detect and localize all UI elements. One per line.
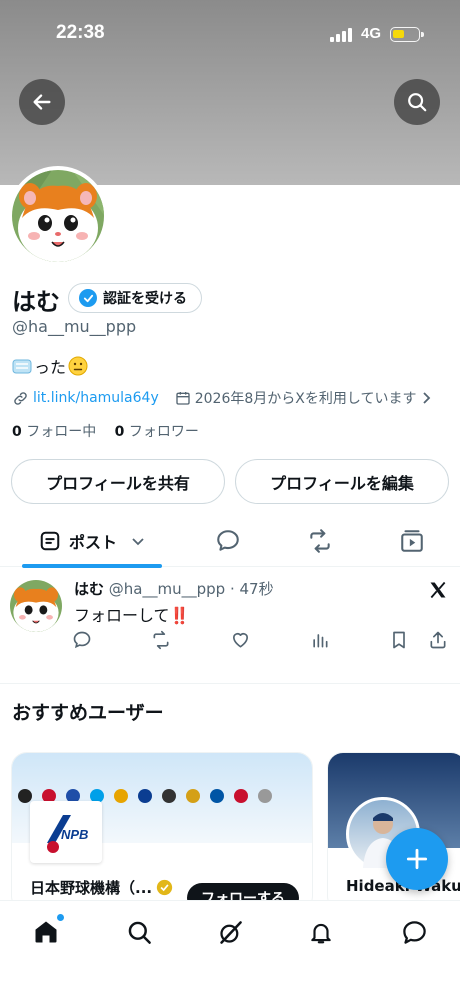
chat-bubble-icon: [402, 920, 426, 944]
repost-icon: [153, 630, 169, 650]
search-icon: [128, 921, 151, 944]
face-emoji-icon: [68, 356, 88, 376]
following-link[interactable]: 0 フォロー中: [12, 424, 96, 440]
post-text: フォローして‼️: [74, 606, 190, 625]
following-label: フォロー中: [21, 424, 97, 440]
post-avatar[interactable]: [10, 580, 62, 632]
card-name-row: 日本野球機構（...: [30, 877, 173, 898]
search-icon: [408, 93, 427, 112]
x-logo-icon: [430, 581, 446, 599]
bookmark-icon: [393, 631, 405, 649]
get-verified-button[interactable]: 認証を受ける: [68, 283, 202, 313]
nav-grok[interactable]: [215, 917, 245, 947]
heart-icon: [233, 632, 248, 648]
back-arrow-icon: [33, 94, 51, 110]
nav-home[interactable]: [31, 914, 64, 947]
bookmark-button[interactable]: [390, 630, 408, 654]
battery-icon: [390, 27, 424, 42]
link-icon: [14, 391, 27, 405]
npb-logo: NPB: [30, 801, 102, 863]
video-media-icon: [401, 530, 423, 552]
share-profile-button[interactable]: プロフィールを共有: [11, 459, 225, 504]
gold-verified-badge-icon: [156, 879, 173, 896]
tab-media[interactable]: [394, 515, 430, 567]
nav-notifications[interactable]: [306, 917, 336, 947]
follow-counts: 0 フォロー中 0 フォロワー: [12, 421, 199, 441]
posts-tab-label: ポスト: [68, 533, 117, 552]
post-handle-time: @ha__mu__ppp · 47秒: [108, 580, 274, 598]
recommended-user-card-2[interactable]: Hideaki Wakui: [327, 752, 460, 912]
profile-tabs: ポスト: [0, 515, 460, 568]
network-label: 4G: [361, 25, 382, 42]
npb-logo-text: NPB: [61, 827, 88, 842]
verified-badge-icon: [79, 289, 97, 307]
get-verified-label: 認証を受ける: [103, 291, 187, 307]
repost-button[interactable]: [150, 630, 172, 654]
bar-chart-icon: [313, 634, 328, 648]
profile-bio: った: [12, 354, 88, 378]
followers-link[interactable]: 0 フォロワー: [115, 424, 199, 440]
posts-tab-icon: [40, 531, 60, 551]
reply-icon: [73, 631, 91, 649]
card-user-name: 日本野球機構（...: [30, 879, 153, 897]
nav-search[interactable]: [124, 917, 154, 947]
share-button[interactable]: [428, 630, 448, 654]
grok-icon: [219, 920, 242, 944]
recommended-user-card[interactable]: NPB 日本野球機構（... フォローする: [11, 752, 313, 912]
home-notification-dot: [57, 914, 64, 921]
status-time: 22:38: [56, 22, 105, 43]
recommended-users-title: おすすめユーザー: [12, 702, 164, 724]
profile-link[interactable]: lit.link/hamula64y: [33, 390, 159, 406]
plus-icon: [406, 848, 428, 870]
hamster-avatar-image: [10, 580, 62, 632]
npb-logo-mark: NPB: [47, 815, 88, 853]
joined-date: 2026年8月からXを利用しています: [194, 391, 417, 407]
post-author: はむ: [74, 580, 105, 598]
ice-cube-emoji-icon: [12, 359, 32, 374]
calendar-icon: [176, 392, 190, 405]
post-item[interactable]: はむ @ha__mu__ppp · 47秒 フォローして‼️: [0, 568, 460, 684]
followers-label: フォロワー: [124, 424, 199, 440]
post-header: はむ @ha__mu__ppp · 47秒: [74, 578, 274, 599]
reply-button[interactable]: [72, 630, 92, 654]
tab-replies[interactable]: [210, 515, 246, 567]
profile-avatar[interactable]: [8, 166, 108, 266]
bio-text: った: [34, 358, 67, 377]
share-icon: [430, 631, 446, 649]
following-count: 0: [12, 424, 22, 440]
chevron-right-icon[interactable]: [422, 391, 432, 405]
tab-posts[interactable]: ポスト: [22, 515, 162, 568]
views-button[interactable]: [310, 630, 330, 654]
search-button[interactable]: [394, 79, 440, 125]
edit-profile-button[interactable]: プロフィールを編集: [235, 459, 449, 504]
home-icon: [35, 921, 57, 943]
repost-icon: [310, 529, 330, 553]
post-actions: [72, 630, 452, 654]
hamster-avatar-image: [12, 170, 104, 262]
profile-meta: lit.link/hamula64y 2026年8月からXを利用しています: [12, 388, 432, 408]
reply-bubble-icon: [217, 530, 239, 551]
back-button[interactable]: [19, 79, 65, 125]
status-bar: 22:38 4G: [0, 0, 460, 70]
profile-handle: @ha__mu__ppp: [12, 317, 137, 336]
chevron-down-icon: [132, 538, 144, 546]
bell-icon: [311, 923, 331, 943]
tab-reposts[interactable]: [302, 515, 338, 567]
like-button[interactable]: [230, 630, 251, 654]
bottom-navigation: [0, 900, 460, 962]
followers-count: 0: [114, 424, 125, 440]
nav-messages[interactable]: [399, 917, 429, 947]
signal-icon: [330, 28, 354, 42]
compose-post-button[interactable]: [386, 828, 448, 890]
profile-name: はむ: [12, 288, 60, 316]
